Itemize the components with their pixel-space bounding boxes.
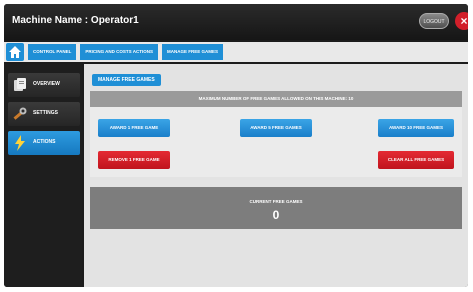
current-free-games-value: 0 <box>272 208 280 222</box>
current-free-games-label: CURRENT FREE GAMES <box>249 199 303 204</box>
sidebar-item-label: ACTIONS <box>33 139 56 145</box>
application-window: Machine Name : Operator1 LOGOUT × CONTRO… <box>4 4 468 287</box>
sidebar-item-label: SETTINGS <box>33 110 59 116</box>
logout-button[interactable]: LOGOUT <box>419 13 449 29</box>
free-games-panel: MAXIMUM NUMBER OF FREE GAMES ALLOWED ON … <box>90 91 462 177</box>
home-icon[interactable] <box>6 43 24 61</box>
breadcrumb-pricing-actions[interactable]: PRICING AND COSTS ACTIONS <box>80 44 159 60</box>
settings-icon <box>11 105 29 123</box>
sidebar-item-actions[interactable]: ACTIONS <box>8 131 80 155</box>
award-1-free-game-button[interactable]: AWARD 1 FREE GAME <box>98 119 170 137</box>
close-button[interactable]: × <box>455 12 468 30</box>
title-bar: Machine Name : Operator1 LOGOUT × <box>4 4 468 40</box>
current-free-games-panel: CURRENT FREE GAMES 0 <box>90 187 462 229</box>
sidebar-item-label: OVERVIEW <box>33 81 60 87</box>
actions-icon <box>11 134 29 152</box>
sidebar: OVERVIEW SETTINGS ACTIONS <box>4 64 82 287</box>
breadcrumb-control-panel[interactable]: CONTROL PANEL <box>28 44 77 60</box>
breadcrumb-manage-free-games[interactable]: MANAGE FREE GAMES <box>162 44 224 60</box>
sidebar-item-overview[interactable]: OVERVIEW <box>8 73 80 97</box>
clear-all-free-games-button[interactable]: CLEAR ALL FREE GAMES <box>378 151 454 169</box>
sidebar-item-settings[interactable]: SETTINGS <box>8 102 80 126</box>
app-frame: Machine Name : Operator1 LOGOUT × CONTRO… <box>0 0 473 292</box>
max-free-games-info: MAXIMUM NUMBER OF FREE GAMES ALLOWED ON … <box>90 91 462 107</box>
main-content: MANAGE FREE GAMES MAXIMUM NUMBER OF FREE… <box>84 64 468 287</box>
overview-icon <box>11 76 29 94</box>
award-10-free-games-button[interactable]: AWARD 10 FREE GAMES <box>378 119 454 137</box>
window-title: Machine Name : Operator1 <box>12 15 139 26</box>
section-title: MANAGE FREE GAMES <box>92 74 161 86</box>
breadcrumb-items: CONTROL PANEL PRICING AND COSTS ACTIONS … <box>28 44 224 60</box>
breadcrumb: CONTROL PANEL PRICING AND COSTS ACTIONS … <box>4 42 468 62</box>
award-5-free-games-button[interactable]: AWARD 5 FREE GAMES <box>240 119 312 137</box>
remove-1-free-game-button[interactable]: REMOVE 1 FREE GAME <box>98 151 170 169</box>
